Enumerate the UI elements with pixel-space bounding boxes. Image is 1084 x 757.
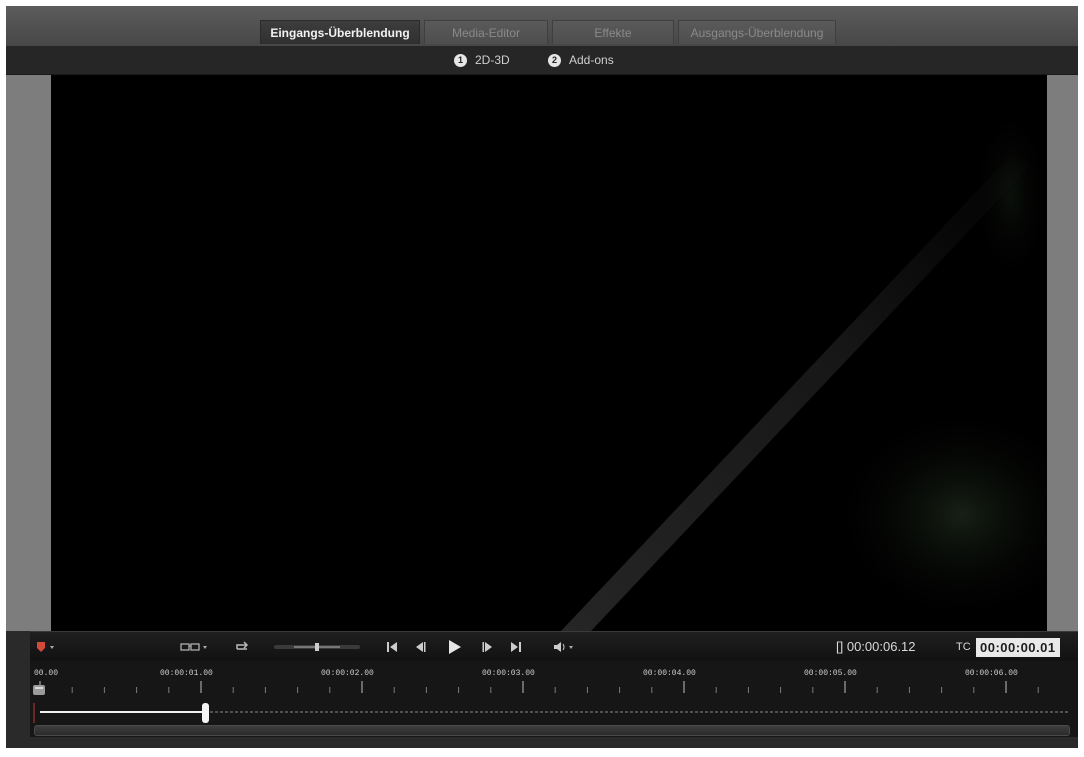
- ruler-label: 00:00:05.00: [804, 669, 857, 678]
- ruler-ticks: [39, 681, 1039, 693]
- ruler-label: 00:00:01.00: [160, 669, 213, 678]
- loop-icon[interactable]: [230, 632, 254, 662]
- step-back-icon[interactable]: [410, 632, 430, 662]
- video-frame-content: [561, 105, 1047, 631]
- scrollbar-thumb[interactable]: [34, 725, 1070, 736]
- ruler-label: 00:00:04.00: [643, 669, 696, 678]
- play-icon[interactable]: [444, 632, 466, 662]
- media-editor-window: Eingangs-Überblendung Media-Editor Effek…: [6, 6, 1078, 748]
- timeline-scrollbar[interactable]: [30, 723, 1078, 737]
- tab-media-editor[interactable]: Media-Editor: [424, 20, 548, 44]
- skip-to-start-icon[interactable]: [382, 632, 402, 662]
- tab-ausgangs-ueberblendung[interactable]: Ausgangs-Überblendung: [678, 20, 836, 44]
- 3d-glasses-icon[interactable]: [178, 632, 212, 662]
- skip-to-end-icon[interactable]: [506, 632, 526, 662]
- step-number-badge: 2: [548, 54, 561, 68]
- ruler-label: 00.00: [34, 669, 59, 678]
- marker-dropdown[interactable]: [32, 632, 62, 662]
- tab-effekte[interactable]: Effekte: [552, 20, 674, 44]
- tc-label: TC: [956, 641, 971, 653]
- timecode-field[interactable]: 00:00:00.01: [976, 638, 1060, 657]
- playhead-icon[interactable]: [32, 683, 48, 697]
- scrubber-handle[interactable]: [201, 703, 209, 723]
- sub-tab-bar: 1 2D-3D 2 Add-ons: [6, 46, 1078, 75]
- volume-icon[interactable]: [550, 632, 580, 662]
- subtab-2d-3d[interactable]: 1 2D-3D: [454, 51, 510, 69]
- step-number-badge: 1: [454, 54, 467, 68]
- ruler-label: 00:00:06.00: [965, 669, 1018, 678]
- tab-eingangs-ueberblendung[interactable]: Eingangs-Überblendung: [260, 20, 420, 44]
- step-forward-icon[interactable]: [478, 632, 498, 662]
- duration-display: [] 00:00:06.12: [836, 639, 916, 654]
- scrubber-track[interactable]: [30, 701, 1078, 723]
- timeline-ruler[interactable]: 00.00 00:00:01.00 00:00:02.00 00:00:03.0…: [30, 661, 1078, 701]
- ruler-label: 00:00:02.00: [321, 669, 374, 678]
- playback-controls: [] 00:00:06.12 TC 00:00:00.01: [30, 631, 1078, 662]
- subtab-add-ons[interactable]: 2 Add-ons: [548, 51, 614, 69]
- ruler-label: 00:00:03.00: [482, 669, 535, 678]
- tab-bar: Eingangs-Überblendung Media-Editor Effek…: [6, 6, 1078, 47]
- shuttle-slider[interactable]: [272, 632, 362, 662]
- subtab-label: Add-ons: [569, 53, 614, 67]
- video-preview[interactable]: [51, 75, 1047, 631]
- scrubber-line: [33, 703, 1070, 723]
- subtab-label: 2D-3D: [475, 53, 510, 67]
- preview-frame: [6, 75, 1078, 631]
